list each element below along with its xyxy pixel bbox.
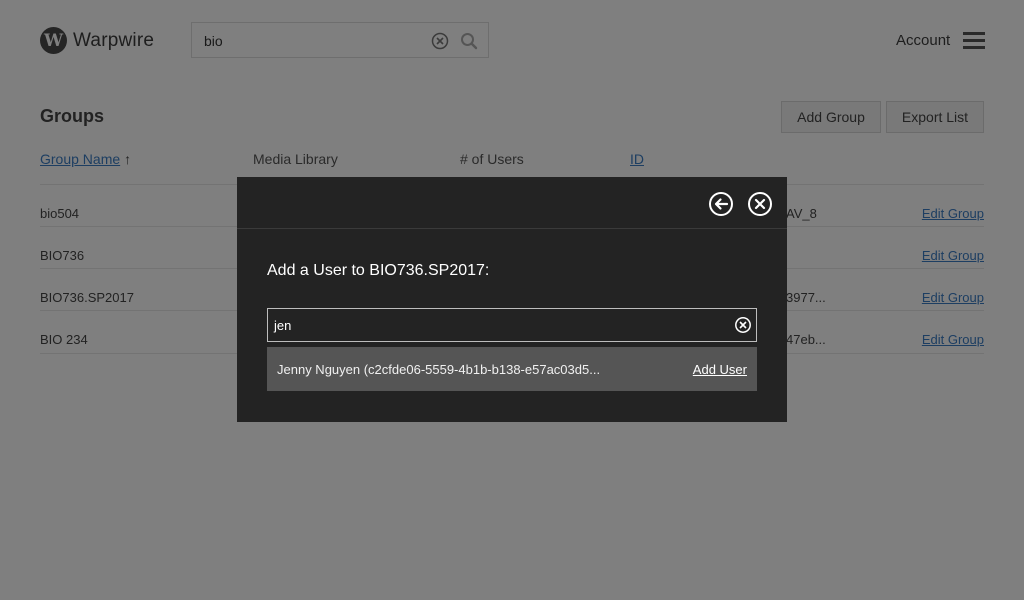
- clear-user-search-icon[interactable]: [734, 316, 752, 334]
- user-search-input[interactable]: jen: [267, 308, 757, 342]
- add-user-link[interactable]: Add User: [693, 362, 747, 377]
- page: W Warpwire bio Account Groups Add Group …: [0, 0, 1024, 600]
- user-result-text: Jenny Nguyen (c2cfde06-5559-4b1b-b138-e5…: [277, 362, 601, 377]
- user-result-item: Jenny Nguyen (c2cfde06-5559-4b1b-b138-e5…: [267, 347, 757, 391]
- modal-header: [237, 177, 787, 229]
- close-icon[interactable]: [747, 191, 773, 217]
- user-search-value: jen: [274, 318, 292, 333]
- modal-title: Add a User to BIO736.SP2017:: [267, 262, 490, 279]
- add-user-modal: Add a User to BIO736.SP2017: jen Jenny N…: [237, 177, 787, 422]
- back-arrow-icon[interactable]: [708, 191, 734, 217]
